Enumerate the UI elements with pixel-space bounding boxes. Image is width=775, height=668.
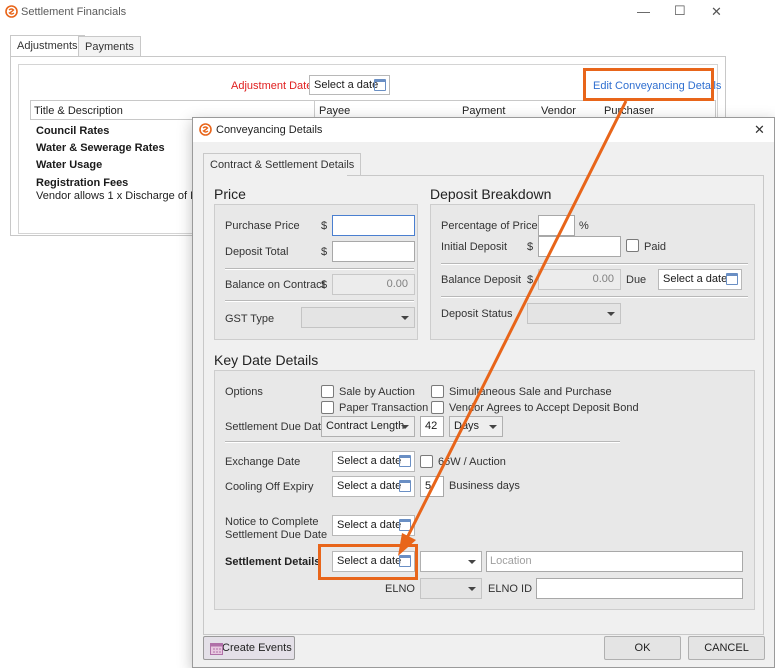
annotation-arrow [398,100,628,556]
